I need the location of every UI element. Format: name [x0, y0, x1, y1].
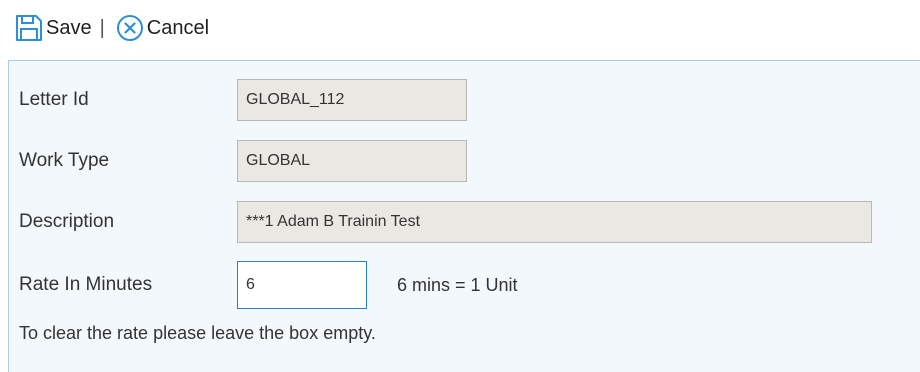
rate-input[interactable] — [237, 261, 367, 309]
cancel-button[interactable]: Cancel — [113, 11, 209, 45]
work-type-field: GLOBAL — [237, 140, 467, 182]
cancel-icon — [113, 11, 147, 45]
toolbar-separator: | — [99, 16, 105, 39]
description-label: Description — [19, 211, 115, 232]
letter-form-panel: Letter Id GLOBAL_112 Work Type GLOBAL De… — [8, 60, 920, 372]
cancel-label: Cancel — [146, 16, 210, 39]
rate-row: Rate In Minutes 6 mins = 1 Unit — [19, 261, 518, 309]
description-row: Description ***1 Adam B Trainin Test — [19, 201, 872, 243]
save-icon — [12, 11, 46, 45]
description-field: ***1 Adam B Trainin Test — [237, 201, 872, 243]
rate-help-text: To clear the rate please leave the box e… — [19, 323, 376, 343]
letter-id-field: GLOBAL_112 — [237, 79, 467, 121]
letter-id-row: Letter Id GLOBAL_112 — [19, 79, 467, 121]
toolbar: Save | Cancel — [12, 10, 209, 46]
rate-unit-text: 6 mins = 1 Unit — [397, 274, 518, 295]
save-button[interactable]: Save — [12, 11, 92, 45]
work-type-row: Work Type GLOBAL — [19, 140, 467, 182]
letter-id-label: Letter Id — [19, 89, 89, 110]
work-type-label: Work Type — [19, 150, 110, 171]
rate-label: Rate In Minutes — [19, 274, 153, 295]
save-label: Save — [46, 16, 92, 39]
